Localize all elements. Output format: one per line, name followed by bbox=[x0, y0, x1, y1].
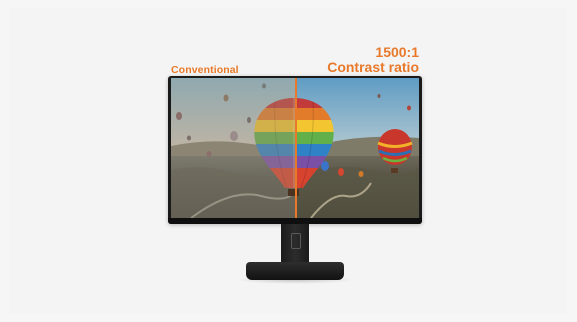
balloon-landscape-image bbox=[171, 78, 419, 218]
conventional-label: Conventional bbox=[171, 64, 239, 76]
contrast-ratio-label: Contrast ratio bbox=[327, 59, 419, 75]
monitor bbox=[168, 76, 422, 224]
contrast-value-label: 1500:1 bbox=[375, 44, 419, 60]
cable-management-hole bbox=[291, 233, 301, 249]
comparison-divider bbox=[295, 78, 297, 218]
monitor-screen bbox=[171, 78, 419, 218]
monitor-stand-base bbox=[246, 262, 344, 280]
product-banner: Conventional 1500:1 Contrast ratio bbox=[0, 0, 577, 322]
